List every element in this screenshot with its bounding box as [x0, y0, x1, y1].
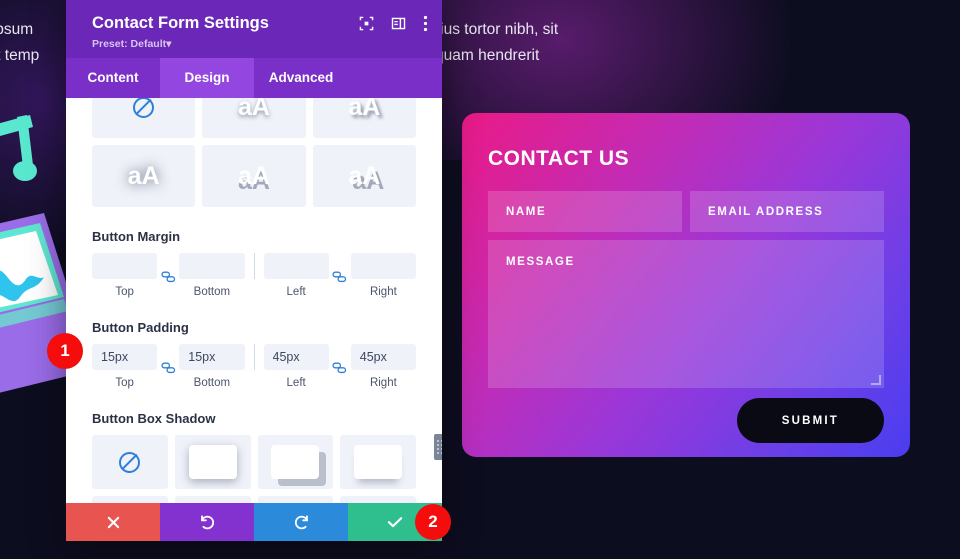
tab-advanced[interactable]: Advanced [254, 58, 348, 98]
button-padding-bottom-label: Bottom [193, 377, 231, 389]
layout-panel-icon[interactable] [391, 16, 406, 31]
box-shadow-preview [188, 445, 237, 479]
button-padding-left-input[interactable] [263, 344, 329, 370]
box-shadow-preset-8[interactable] [340, 496, 416, 503]
modal-footer [66, 503, 442, 541]
button-padding-top-input[interactable] [92, 344, 158, 370]
page-copy-right-line-1: rius tortor nibh, sit [435, 21, 559, 38]
button-margin-top-input[interactable] [92, 253, 158, 279]
panel-resize-handle[interactable] [434, 434, 442, 460]
modal-title: Contact Form Settings [92, 14, 269, 32]
box-shadow-preset-6[interactable] [174, 496, 251, 503]
box-shadow-preview [354, 445, 403, 479]
page-copy-left: em ipsum amet temp [0, 17, 39, 69]
music-note-icon [0, 115, 37, 181]
button-margin-right-input[interactable] [350, 253, 416, 279]
focus-target-icon[interactable] [359, 16, 374, 31]
page-copy-left-line-2: amet temp [0, 47, 40, 64]
preset-caret-icon: ▾ [166, 38, 172, 50]
button-box-shadow-presets [92, 435, 416, 489]
button-padding-left-label: Left [286, 377, 306, 389]
resize-handle-icon[interactable] [871, 375, 881, 385]
box-shadow-preset-none[interactable] [92, 435, 168, 489]
tab-design[interactable]: Design [160, 58, 254, 98]
annotation-badge-2: 2 [415, 504, 451, 540]
submit-row: SUBMIT [488, 398, 884, 443]
text-shadow-presets: aA aA aA aA aA [92, 98, 416, 207]
message-textarea[interactable]: MESSAGE [488, 240, 884, 388]
preset-glyph: aA [238, 98, 270, 121]
contact-form-title: CONTACT US [488, 147, 630, 170]
undo-button[interactable] [160, 503, 254, 541]
button-margin-top-label: Top [115, 286, 134, 298]
modal-header: Contact Form Settings Preset: Default▾ [66, 0, 442, 58]
preset-glyph: aA [127, 161, 160, 190]
text-shadow-preset-hard-diagonal[interactable]: aA [312, 145, 416, 207]
spacing-divider [253, 253, 255, 279]
text-shadow-preset-offset-right[interactable]: aA [312, 98, 416, 138]
box-shadow-preview [271, 445, 320, 479]
button-margin-left-input[interactable] [263, 253, 329, 279]
text-shadow-preset-glow[interactable]: aA [92, 145, 196, 207]
button-margin-left-label: Left [286, 286, 306, 298]
box-shadow-preset-bottom[interactable] [340, 435, 416, 489]
box-shadow-preset-7[interactable] [257, 496, 334, 503]
preset-selector[interactable]: Preset: Default▾ [92, 38, 428, 50]
discard-changes-button[interactable] [66, 503, 160, 541]
annotation-badge-1: 1 [47, 333, 83, 369]
preset-label: Preset: Default [92, 38, 167, 50]
button-padding-label: Button Padding [92, 320, 189, 335]
link-chain-icon[interactable] [157, 269, 179, 283]
button-margin-label: Button Margin [92, 229, 181, 244]
button-padding-controls: Top Bottom [92, 344, 416, 389]
redo-button[interactable] [254, 503, 348, 541]
modal-body[interactable]: aA aA aA aA aA Button Margin Top Bottom … [66, 98, 442, 503]
no-shadow-icon [133, 98, 155, 118]
button-padding-right-input[interactable] [350, 344, 416, 370]
contact-form-settings-modal: Contact Form Settings Preset: Default▾ C… [66, 0, 442, 541]
contact-form-module: CONTACT US NAME EMAIL ADDRESS MESSAGE SU… [462, 113, 910, 457]
preset-glyph: aA [348, 161, 381, 190]
contact-form-row-names: NAME EMAIL ADDRESS [488, 191, 884, 232]
tab-content[interactable]: Content [66, 58, 160, 98]
button-box-shadow-presets-row2 [92, 496, 416, 503]
modal-tabs: Content Design Advanced [66, 58, 442, 98]
message-placeholder: MESSAGE [506, 256, 575, 268]
preset-glyph: aA [348, 98, 381, 121]
text-shadow-preset-hard-bottom[interactable]: aA [202, 145, 306, 207]
page-copy-right-line-2: quam hendrerit [435, 47, 540, 64]
button-box-shadow-label: Button Box Shadow [92, 411, 216, 426]
button-margin-controls: Top Bottom Left Right [92, 253, 416, 298]
page-copy-left-line-1: em ipsum [0, 21, 34, 38]
text-shadow-preset-soft[interactable]: aA [202, 98, 306, 138]
box-shadow-preset-5[interactable] [92, 496, 168, 503]
preset-glyph: aA [238, 161, 270, 190]
button-padding-top-label: Top [115, 377, 134, 389]
button-margin-bottom-label: Bottom [193, 286, 231, 298]
submit-button[interactable]: SUBMIT [736, 398, 884, 443]
name-input[interactable]: NAME [488, 191, 682, 232]
link-chain-icon[interactable] [329, 269, 351, 283]
link-chain-icon[interactable] [329, 360, 351, 374]
screenshot-root: em ipsum amet temp rius tortor nibh, sit… [0, 0, 960, 559]
box-shadow-preset-all-soft[interactable] [174, 435, 251, 489]
button-padding-bottom-input[interactable] [179, 344, 245, 370]
button-padding-right-label: Right [369, 377, 397, 389]
spacing-divider [253, 344, 255, 370]
email-input[interactable]: EMAIL ADDRESS [690, 191, 884, 232]
button-margin-bottom-input[interactable] [179, 253, 245, 279]
page-copy-right: rius tortor nibh, sit quam hendrerit [435, 17, 558, 69]
box-shadow-preset-diagonal[interactable] [257, 435, 334, 489]
button-margin-right-label: Right [369, 286, 397, 298]
modal-header-icons [359, 12, 428, 32]
more-vertical-icon[interactable] [423, 15, 428, 32]
link-chain-icon[interactable] [157, 360, 179, 374]
text-shadow-preset-none[interactable] [92, 98, 196, 138]
no-shadow-icon [119, 451, 141, 473]
